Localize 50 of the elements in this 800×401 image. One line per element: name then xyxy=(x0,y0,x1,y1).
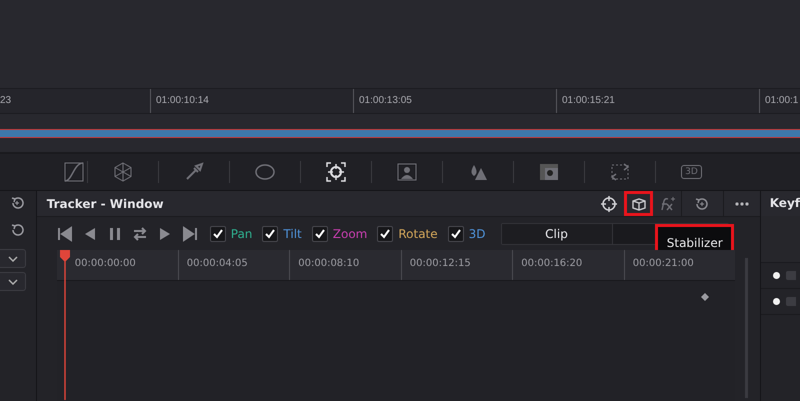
checkbox[interactable] xyxy=(262,226,278,242)
toolbar-button[interactable] xyxy=(624,191,653,216)
timecode: 00:00:16:20 xyxy=(512,250,624,280)
chevron-icon xyxy=(8,278,18,284)
skip-start-icon[interactable] xyxy=(56,226,73,242)
timecode: 01:00:15:21 xyxy=(556,89,759,113)
portrait-icon[interactable] xyxy=(397,162,417,182)
curves-icon[interactable] xyxy=(64,162,84,182)
checkbox[interactable] xyxy=(448,226,464,242)
skip-end-icon[interactable] xyxy=(182,226,198,242)
playhead[interactable] xyxy=(58,250,71,400)
option-label: 3D xyxy=(468,226,486,240)
timecode: 00:00:04:05 xyxy=(178,250,290,280)
resize-icon[interactable] xyxy=(610,162,630,182)
checkbox[interactable] xyxy=(377,226,394,242)
timecode: 00:00:21:00 xyxy=(624,250,735,280)
option-label: Tilt xyxy=(283,226,302,240)
hexagon-icon[interactable] xyxy=(113,162,133,182)
eyedropper-icon[interactable] xyxy=(184,162,204,182)
panel-title: Keyf xyxy=(760,191,800,216)
key-mask-icon[interactable] xyxy=(539,162,559,182)
dropdown-button[interactable] xyxy=(0,272,26,291)
cube-icon xyxy=(630,196,646,212)
option-label: Rotate xyxy=(398,226,438,240)
dot-icon xyxy=(772,298,780,305)
timecode: 01:00:13:05 xyxy=(353,89,556,113)
reset-icon[interactable] xyxy=(10,196,24,210)
reset-icon[interactable] xyxy=(10,223,24,237)
option-label: Zoom xyxy=(332,226,368,240)
timecode: 23 xyxy=(0,94,12,108)
dropdown-button[interactable] xyxy=(0,249,26,268)
chevron-icon xyxy=(8,256,18,262)
reset-icon xyxy=(694,196,710,212)
panel-title: Tracker - Window xyxy=(46,196,165,210)
timecode: 00:00:12:15 xyxy=(400,250,512,280)
checkbox[interactable] xyxy=(210,226,226,242)
target-icon xyxy=(601,196,618,212)
bidirectional-icon[interactable] xyxy=(132,226,148,242)
timecode: 01:00:1 xyxy=(759,89,800,113)
keyframe-icon xyxy=(700,293,709,301)
more-icon xyxy=(734,202,749,206)
timecode: 01:00:10:14 xyxy=(150,89,353,113)
timecode: 00:00:08:10 xyxy=(289,250,401,280)
checkbox[interactable] xyxy=(312,226,328,242)
ellipse-icon[interactable] xyxy=(255,162,275,182)
crosshair-icon[interactable] xyxy=(326,162,346,182)
option-label: Pan xyxy=(230,226,252,240)
dot-icon xyxy=(772,272,780,279)
timecode: 00:00:00:00 xyxy=(74,257,137,271)
fx-icon xyxy=(658,196,675,212)
